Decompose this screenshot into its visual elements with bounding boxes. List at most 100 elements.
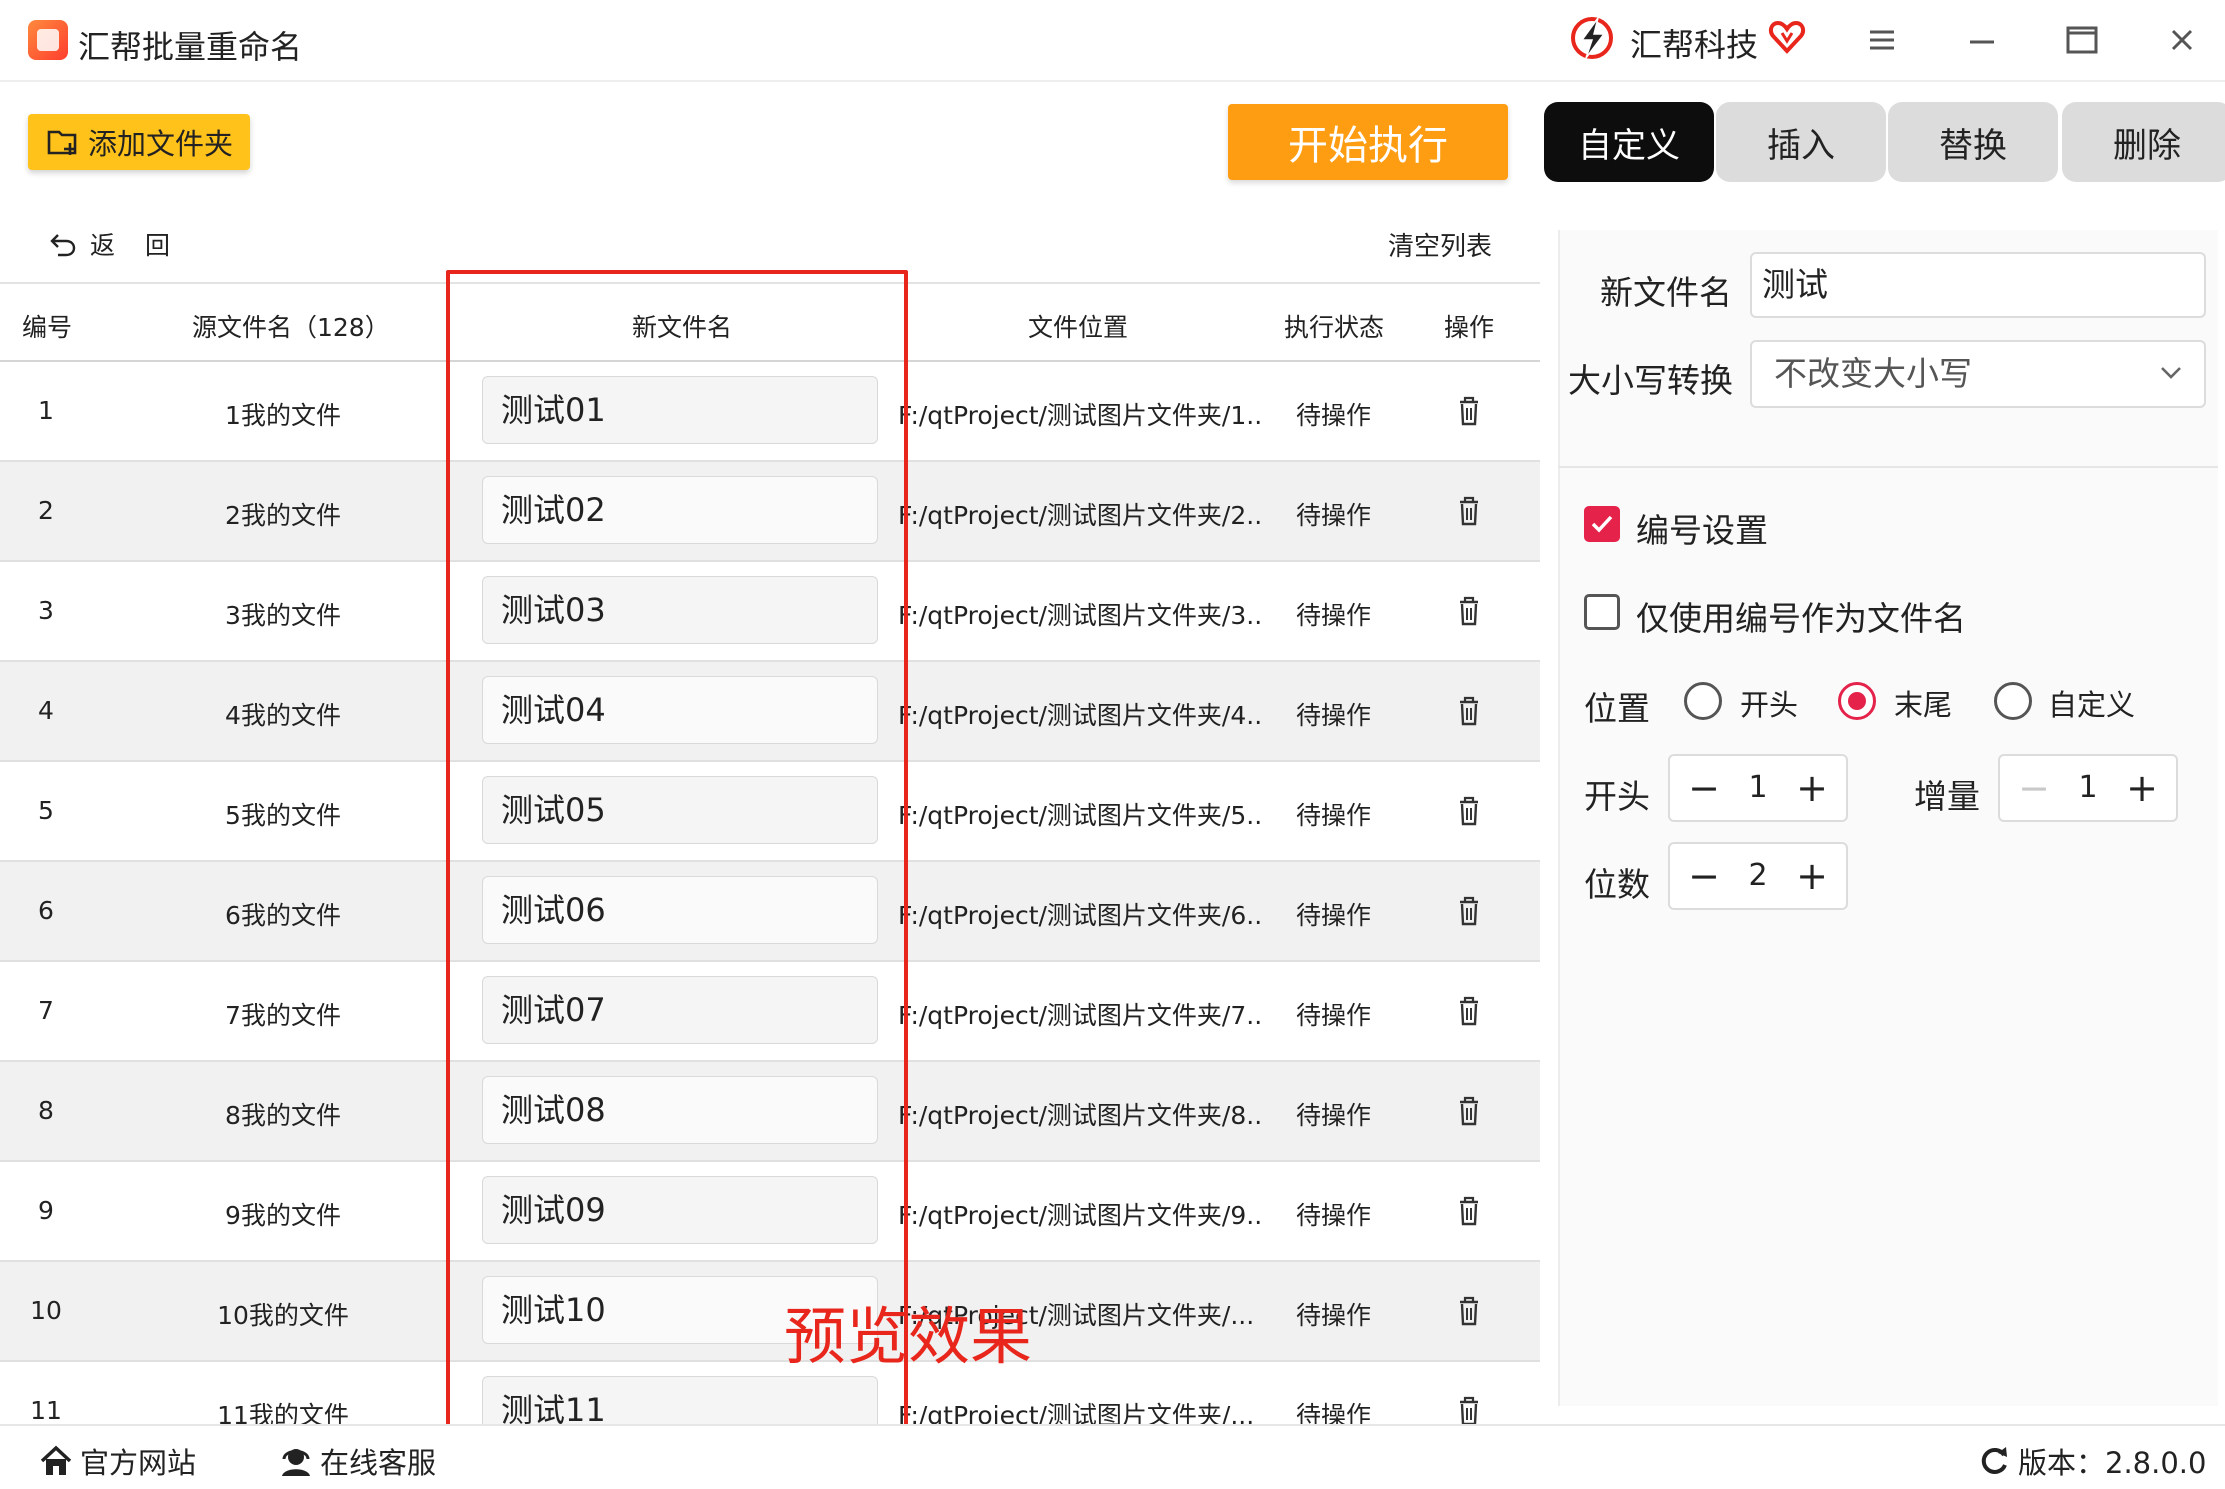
- row-number: 10: [30, 1296, 62, 1325]
- case-label: 大小写转换: [1568, 361, 1733, 400]
- row-status: 待操作: [1296, 401, 1372, 430]
- close-icon[interactable]: [2162, 20, 2202, 60]
- trash-icon[interactable]: [1454, 794, 1484, 828]
- row-source-name: 8我的文件: [225, 1101, 341, 1130]
- start-label: 开头: [1584, 777, 1650, 816]
- version-label: 版本：2.8.0.0: [2018, 1446, 2207, 1480]
- header-num: 编号: [22, 313, 73, 342]
- website-link[interactable]: 官方网站: [38, 1440, 196, 1482]
- row-newname-field[interactable]: 测试04: [482, 676, 878, 744]
- trash-icon[interactable]: [1454, 1194, 1484, 1228]
- row-newname-field[interactable]: 测试01: [482, 376, 878, 444]
- row-newname-field[interactable]: 测试03: [482, 576, 878, 644]
- table-row[interactable]: 5 5我的文件 测试05 F:/qtProject/测试图片文件夹/5... 待操作: [0, 762, 1540, 862]
- trash-icon[interactable]: [1454, 394, 1484, 428]
- header-source: 源文件名（128）: [192, 313, 390, 342]
- table-row[interactable]: 4 4我的文件 测试04 F:/qtProject/测试图片文件夹/4... 待操作: [0, 662, 1540, 762]
- support-link[interactable]: 在线客服: [278, 1440, 436, 1482]
- row-status: 待操作: [1296, 1101, 1372, 1130]
- position-start-label: 开头: [1740, 688, 1799, 722]
- digits-decrement-button[interactable]: −: [1682, 854, 1726, 898]
- position-end-radio[interactable]: [1838, 682, 1876, 720]
- row-number: 8: [38, 1096, 54, 1125]
- table-row[interactable]: 9 9我的文件 测试09 F:/qtProject/测试图片文件夹/9... 待操作: [0, 1162, 1540, 1262]
- website-label: 官方网站: [80, 1446, 197, 1480]
- table-row[interactable]: 11 11我的文件 测试11 F:/qtProject/测试图片文件夹/... 待操作: [0, 1362, 1540, 1424]
- digits-increment-button[interactable]: +: [1790, 854, 1834, 898]
- table-row[interactable]: 8 8我的文件 测试08 F:/qtProject/测试图片文件夹/8... 待操作: [0, 1062, 1540, 1162]
- support-label: 在线客服: [320, 1446, 437, 1480]
- case-select[interactable]: 不改变大小写: [1750, 340, 2206, 408]
- digits-value: 2: [1748, 858, 1768, 893]
- vip-heart-icon[interactable]: [1768, 18, 1806, 56]
- trash-icon[interactable]: [1454, 694, 1484, 728]
- start-button[interactable]: 开始执行: [1228, 104, 1508, 180]
- start-decrement-button[interactable]: −: [1682, 766, 1726, 810]
- row-newname-field[interactable]: 测试05: [482, 776, 878, 844]
- newname-input[interactable]: 测试: [1750, 252, 2206, 318]
- row-number: 6: [38, 896, 54, 925]
- table-row[interactable]: 7 7我的文件 测试07 F:/qtProject/测试图片文件夹/7... 待操作: [0, 962, 1540, 1062]
- table-row[interactable]: 2 2我的文件 测试02 F:/qtProject/测试图片文件夹/2... 待操作: [0, 462, 1540, 562]
- row-newname-field[interactable]: 测试02: [482, 476, 878, 544]
- digits-label: 位数: [1584, 865, 1650, 904]
- start-stepper[interactable]: − 1 +: [1668, 754, 1848, 822]
- tab-custom[interactable]: 自定义: [1544, 102, 1714, 182]
- row-path: F:/qtProject/测试图片文件夹/8...: [898, 1101, 1260, 1130]
- version-info[interactable]: 版本：2.8.0.0: [1976, 1440, 2206, 1482]
- trash-icon[interactable]: [1454, 994, 1484, 1028]
- row-number: 3: [38, 596, 54, 625]
- back-button[interactable]: 返回: [48, 226, 200, 262]
- tab-delete[interactable]: 删除: [2062, 102, 2225, 182]
- row-newname-field[interactable]: 测试10: [482, 1276, 878, 1344]
- minimize-icon[interactable]: [1962, 20, 2002, 60]
- back-arrow-icon: [50, 234, 76, 257]
- row-newname-field[interactable]: 测试09: [482, 1176, 878, 1244]
- table-row[interactable]: 3 3我的文件 测试03 F:/qtProject/测试图片文件夹/3... 待操作: [0, 562, 1540, 662]
- table-row[interactable]: 10 10我的文件 测试10 F:/qtProject/测试图片文件夹/... 待操作: [0, 1262, 1540, 1362]
- tab-insert[interactable]: 插入: [1716, 102, 1886, 182]
- start-increment-button[interactable]: +: [1790, 766, 1834, 810]
- clear-list-button[interactable]: 清空列表: [1388, 226, 1492, 263]
- increment-increment-button[interactable]: +: [2120, 766, 2164, 810]
- header-action: 操作: [1444, 313, 1495, 342]
- title-bar: 汇帮批量重命名 汇帮科技: [0, 0, 2225, 82]
- maximize-icon[interactable]: [2062, 20, 2102, 60]
- trash-icon[interactable]: [1454, 494, 1484, 528]
- only-number-label: 仅使用编号作为文件名: [1636, 599, 1966, 638]
- row-path: F:/qtProject/测试图片文件夹/5...: [898, 801, 1260, 830]
- position-custom-radio[interactable]: [1994, 682, 2032, 720]
- position-start-radio[interactable]: [1684, 682, 1722, 720]
- increment-stepper[interactable]: − 1 +: [1998, 754, 2178, 822]
- numbering-checkbox[interactable]: [1584, 506, 1620, 542]
- trash-icon[interactable]: [1454, 894, 1484, 928]
- app-logo-icon: [28, 20, 68, 60]
- row-newname-field[interactable]: 测试11: [482, 1376, 878, 1424]
- case-select-value: 不改变大小写: [1774, 354, 1972, 393]
- row-number: 7: [38, 996, 54, 1025]
- check-icon: [1591, 515, 1613, 533]
- row-newname-field[interactable]: 测试08: [482, 1076, 878, 1144]
- row-newname-field[interactable]: 测试07: [482, 976, 878, 1044]
- row-number: 11: [30, 1396, 62, 1424]
- settings-divider: [1558, 466, 2218, 468]
- row-path: F:/qtProject/测试图片文件夹/3...: [898, 601, 1260, 630]
- menu-icon[interactable]: [1862, 20, 1902, 60]
- back-label: 返回: [90, 231, 201, 260]
- row-path: F:/qtProject/测试图片文件夹/9...: [898, 1201, 1260, 1230]
- trash-icon[interactable]: [1454, 594, 1484, 628]
- table-row[interactable]: 1 1我的文件 测试01 F:/qtProject/测试图片文件夹/1... 待操作: [0, 362, 1540, 462]
- only-number-checkbox[interactable]: [1584, 594, 1620, 630]
- trash-icon[interactable]: [1454, 1094, 1484, 1128]
- row-newname-field[interactable]: 测试06: [482, 876, 878, 944]
- digits-stepper[interactable]: − 2 +: [1668, 842, 1848, 910]
- row-source-name: 5我的文件: [225, 801, 341, 830]
- add-folder-label: 添加文件夹: [88, 127, 234, 161]
- trash-icon[interactable]: [1454, 1294, 1484, 1328]
- row-number: 4: [38, 696, 54, 725]
- tab-replace[interactable]: 替换: [1888, 102, 2058, 182]
- increment-decrement-button[interactable]: −: [2012, 766, 2056, 810]
- table-row[interactable]: 6 6我的文件 测试06 F:/qtProject/测试图片文件夹/6... 待操作: [0, 862, 1540, 962]
- add-folder-button[interactable]: 添加文件夹: [28, 114, 250, 170]
- trash-icon[interactable]: [1454, 1394, 1484, 1424]
